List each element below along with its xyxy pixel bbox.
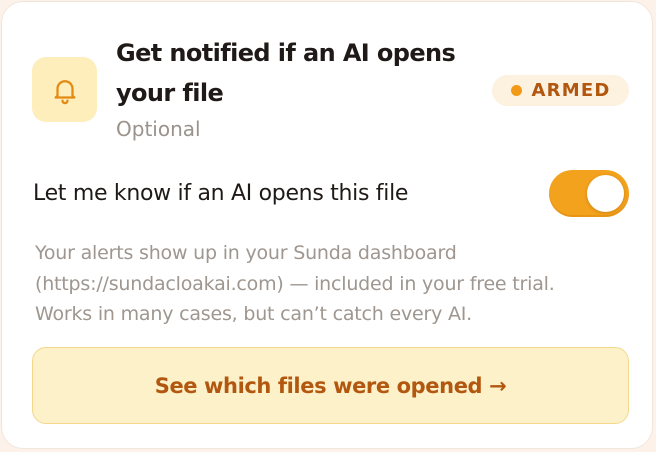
- status-dot-icon: [510, 85, 522, 96]
- info-note: Your alerts show up in your Sunda dashbo…: [35, 238, 635, 330]
- toggle-label: Let me know if an AI opens this file: [33, 181, 409, 206]
- see-opened-files-button[interactable]: See which files were opened →: [32, 347, 629, 424]
- card-title: Get notified if an AI opens your file: [116, 39, 456, 107]
- info-note-line: Works in many cases, but can’t catch eve…: [35, 303, 473, 325]
- notification-card: Get notified if an AI opens your file Op…: [1, 1, 653, 449]
- notify-toggle[interactable]: [549, 170, 629, 217]
- status-badge: ARMED: [492, 75, 629, 106]
- status-badge-label: ARMED: [531, 80, 611, 101]
- card-subtitle: Optional: [116, 117, 201, 141]
- info-note-line: (https://sundacloakai.com) — included in…: [35, 272, 555, 295]
- bell-icon-tile: [32, 57, 97, 122]
- bell-icon: [54, 79, 75, 104]
- info-note-line: Your alerts show up in your Sunda dashbo…: [35, 242, 457, 264]
- toggle-knob: [587, 175, 624, 212]
